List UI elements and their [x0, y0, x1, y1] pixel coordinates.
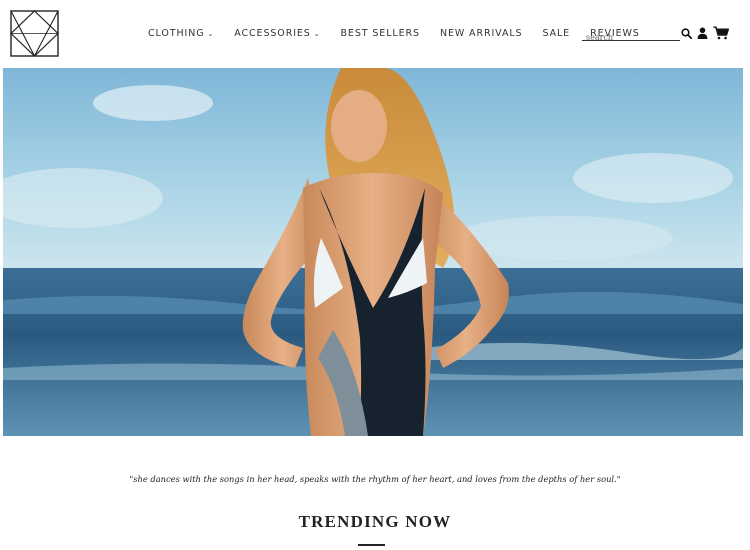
nav-clothing[interactable]: CLOTHING ⌄	[148, 28, 214, 39]
site-header: CLOTHING ⌄ ACCESSORIES ⌄ BEST SELLERS NE…	[0, 0, 750, 68]
cart-icon[interactable]	[713, 26, 729, 40]
search-icon[interactable]	[681, 28, 692, 39]
title-divider	[358, 544, 385, 546]
nav-new-arrivals[interactable]: NEW ARRIVALS	[440, 28, 523, 39]
nav-accessories-label: ACCESSORIES	[234, 28, 311, 39]
nav-best-sellers-label: BEST SELLERS	[340, 28, 420, 39]
hero-quote: "she dances with the songs in her head, …	[129, 474, 621, 484]
nav-clothing-label: CLOTHING	[148, 28, 205, 39]
brand-logo[interactable]	[10, 10, 59, 57]
hero-image[interactable]	[3, 68, 743, 436]
user-icon[interactable]	[697, 27, 708, 39]
main-nav: CLOTHING ⌄ ACCESSORIES ⌄ BEST SELLERS NE…	[148, 28, 640, 39]
chevron-down-icon: ⌄	[207, 29, 215, 38]
nav-new-arrivals-label: NEW ARRIVALS	[439, 28, 523, 39]
nav-best-sellers[interactable]: BEST SELLERS	[341, 28, 420, 39]
nav-accessories[interactable]: ACCESSORIES ⌄	[234, 28, 320, 39]
hero-illustration	[3, 68, 743, 436]
nav-sale-label: SALE	[542, 28, 571, 39]
nav-sale[interactable]: SALE	[542, 28, 570, 39]
chevron-down-icon: ⌄	[313, 29, 321, 38]
section-title-trending: TRENDING NOW	[298, 512, 452, 531]
search-input[interactable]	[582, 31, 680, 44]
search-box	[582, 27, 680, 44]
